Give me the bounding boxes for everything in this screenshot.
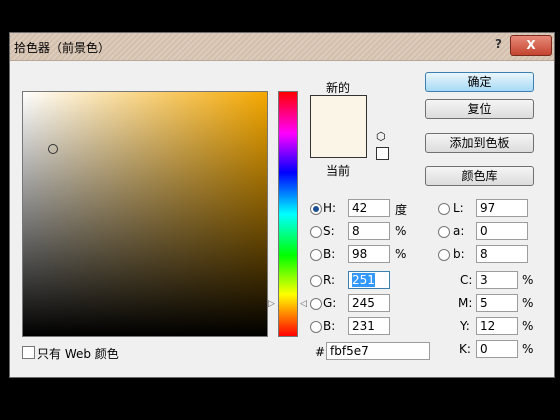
magenta-label: M: — [458, 296, 473, 310]
dialog-title: 拾色器（前景色） — [14, 41, 111, 55]
hue-slider[interactable] — [278, 91, 298, 337]
current-color-label: 当前 — [326, 164, 351, 178]
red-label: R: — [323, 273, 336, 287]
out-of-gamut-cube-icon[interactable]: ⬡ — [376, 130, 386, 143]
blue-radio[interactable] — [310, 321, 322, 333]
red-radio[interactable] — [310, 275, 322, 287]
hue-slider-right-arrow-icon[interactable]: ◁ — [300, 299, 307, 309]
help-button[interactable]: ? — [495, 37, 502, 51]
hex-label: # — [315, 345, 326, 359]
blue-input[interactable]: 231 — [348, 317, 390, 335]
color-selection-marker[interactable] — [48, 144, 58, 154]
green-input[interactable]: 245 — [348, 294, 390, 312]
lightness-input[interactable]: 97 — [476, 199, 528, 217]
a-channel-radio[interactable] — [438, 226, 450, 238]
lightness-label: L: — [453, 201, 464, 215]
b-channel-label: b: — [453, 247, 465, 261]
a-channel-input[interactable]: 0 — [476, 222, 528, 240]
hue-label: H: — [323, 201, 337, 215]
black-unit: % — [522, 342, 534, 356]
hex-input[interactable]: fbf5e7 — [326, 342, 430, 360]
close-button[interactable]: X — [510, 35, 552, 56]
saturation-unit: % — [395, 224, 407, 238]
b-channel-radio[interactable] — [438, 249, 450, 261]
brightness-radio[interactable] — [310, 249, 322, 261]
reset-button[interactable]: 复位 — [425, 99, 534, 119]
lightness-radio[interactable] — [438, 203, 450, 215]
add-to-swatches-button[interactable]: 添加到色板 — [425, 133, 534, 153]
a-channel-label: a: — [453, 224, 465, 238]
magenta-unit: % — [522, 296, 534, 310]
saturation-label: S: — [323, 224, 335, 238]
new-color-label: 新的 — [326, 81, 351, 95]
cyan-unit: % — [522, 273, 534, 287]
magenta-input[interactable]: 5 — [476, 294, 518, 312]
new-color-swatch — [310, 95, 367, 158]
yellow-label: Y: — [460, 319, 470, 333]
hue-radio[interactable] — [310, 203, 322, 215]
saturation-radio[interactable] — [310, 226, 322, 238]
saturation-brightness-field[interactable] — [22, 91, 268, 337]
green-label: G: — [323, 296, 337, 310]
black-input[interactable]: 0 — [476, 340, 518, 358]
black-label: K: — [459, 342, 471, 356]
brightness-label: B: — [323, 247, 336, 261]
hue-slider-left-arrow-icon[interactable]: ▷ — [268, 299, 275, 309]
cyan-label: C: — [460, 273, 473, 287]
b-channel-input[interactable]: 8 — [476, 245, 528, 263]
red-input-selection: 251 — [352, 273, 375, 287]
blue-label: B: — [323, 319, 336, 333]
color-picker-dialog: 拾色器（前景色） ? X ▷ ◁ 新的 当前 ⬡ 确定 复位 添加到色板 颜色库… — [9, 32, 555, 378]
ok-button[interactable]: 确定 — [425, 72, 534, 92]
hue-input[interactable]: 42 — [348, 199, 390, 217]
red-input[interactable]: 251 — [348, 271, 390, 289]
hue-unit: 度 — [395, 203, 408, 217]
saturation-input[interactable]: 8 — [348, 222, 390, 240]
green-radio[interactable] — [310, 298, 322, 310]
yellow-input[interactable]: 12 — [476, 317, 518, 335]
cyan-input[interactable]: 3 — [476, 271, 518, 289]
only-web-colors-label: 只有 Web 颜色 — [37, 347, 119, 361]
title-bar[interactable]: 拾色器（前景色） ? X — [10, 33, 554, 61]
color-libraries-button[interactable]: 颜色库 — [425, 166, 534, 186]
websafe-color-swatch[interactable] — [376, 147, 389, 160]
brightness-unit: % — [395, 247, 407, 261]
only-web-colors-checkbox[interactable] — [22, 346, 35, 359]
yellow-unit: % — [522, 319, 534, 333]
brightness-input[interactable]: 98 — [348, 245, 390, 263]
